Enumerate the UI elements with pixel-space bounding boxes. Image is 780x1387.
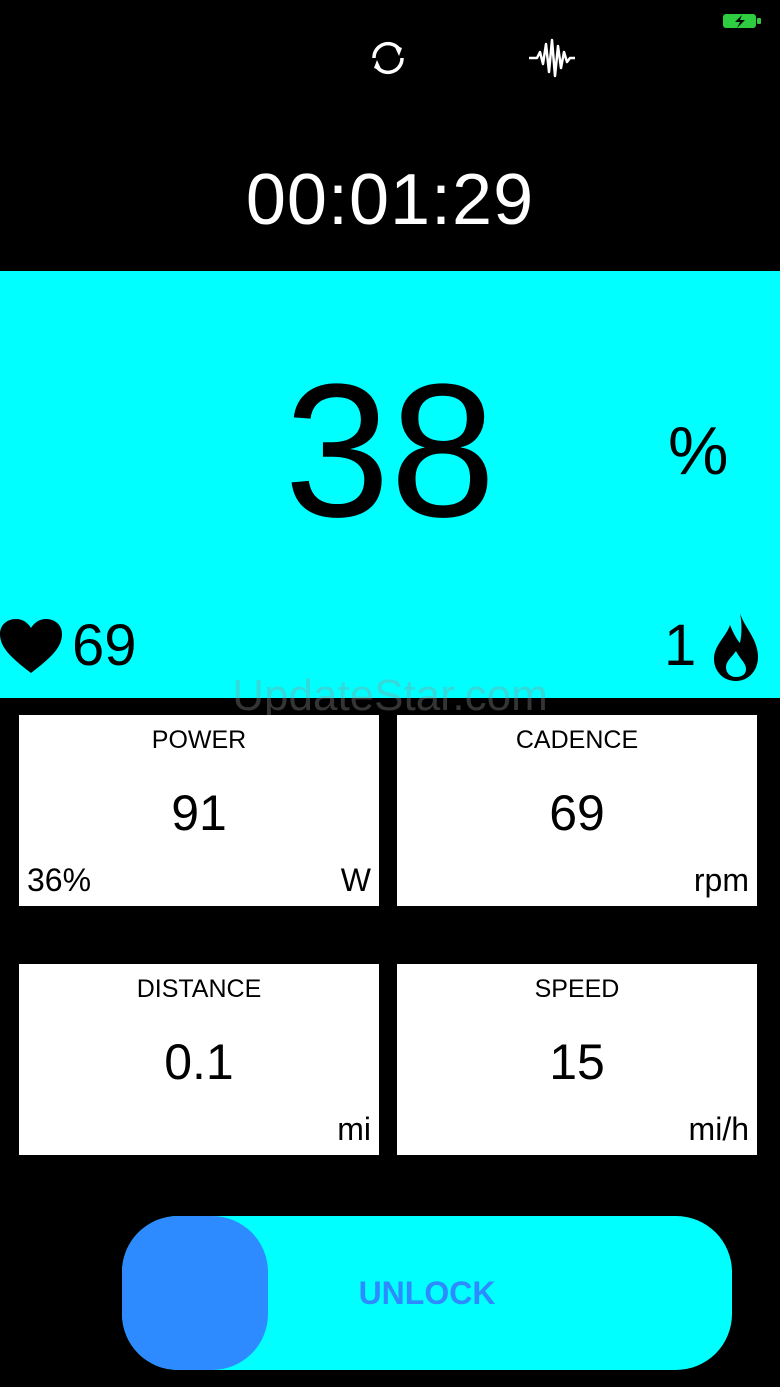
unlock-slider-thumb[interactable] <box>122 1216 268 1370</box>
tile-value: 0.1 <box>164 1034 234 1090</box>
tile-value: 69 <box>549 785 605 841</box>
zone-panel: 38 % 69 1 <box>0 271 780 698</box>
tile-unit: W <box>340 862 371 898</box>
battery-charging-icon <box>723 14 761 28</box>
sync-icon[interactable] <box>366 36 410 80</box>
zone-unit: % <box>668 413 729 489</box>
zone-value: 38 <box>284 345 496 557</box>
unlock-slider[interactable]: UNLOCK <box>122 1216 732 1370</box>
tile-label: CADENCE <box>515 726 639 754</box>
tile-unit: rpm <box>693 862 749 898</box>
tile-label: SPEED <box>534 975 620 1003</box>
tile-value: 91 <box>171 785 227 841</box>
tile-unit: mi <box>337 1111 371 1147</box>
elapsed-timer: 00:01:29 <box>245 160 535 240</box>
tile-label: POWER <box>151 726 247 754</box>
tile-unit: mi/h <box>688 1111 749 1147</box>
heart-icon <box>0 619 62 673</box>
waveform-icon[interactable] <box>527 36 577 80</box>
distance-tile: DISTANCE 0.1 mi <box>19 964 379 1155</box>
cadence-tile: CADENCE 69 rpm <box>397 715 757 906</box>
tile-label: DISTANCE <box>136 975 262 1003</box>
tile-subvalue: 36% <box>27 862 92 898</box>
tile-value: 15 <box>549 1034 605 1090</box>
power-tile: POWER 91 36% W <box>19 715 379 906</box>
speed-tile: SPEED 15 mi/h <box>397 964 757 1155</box>
